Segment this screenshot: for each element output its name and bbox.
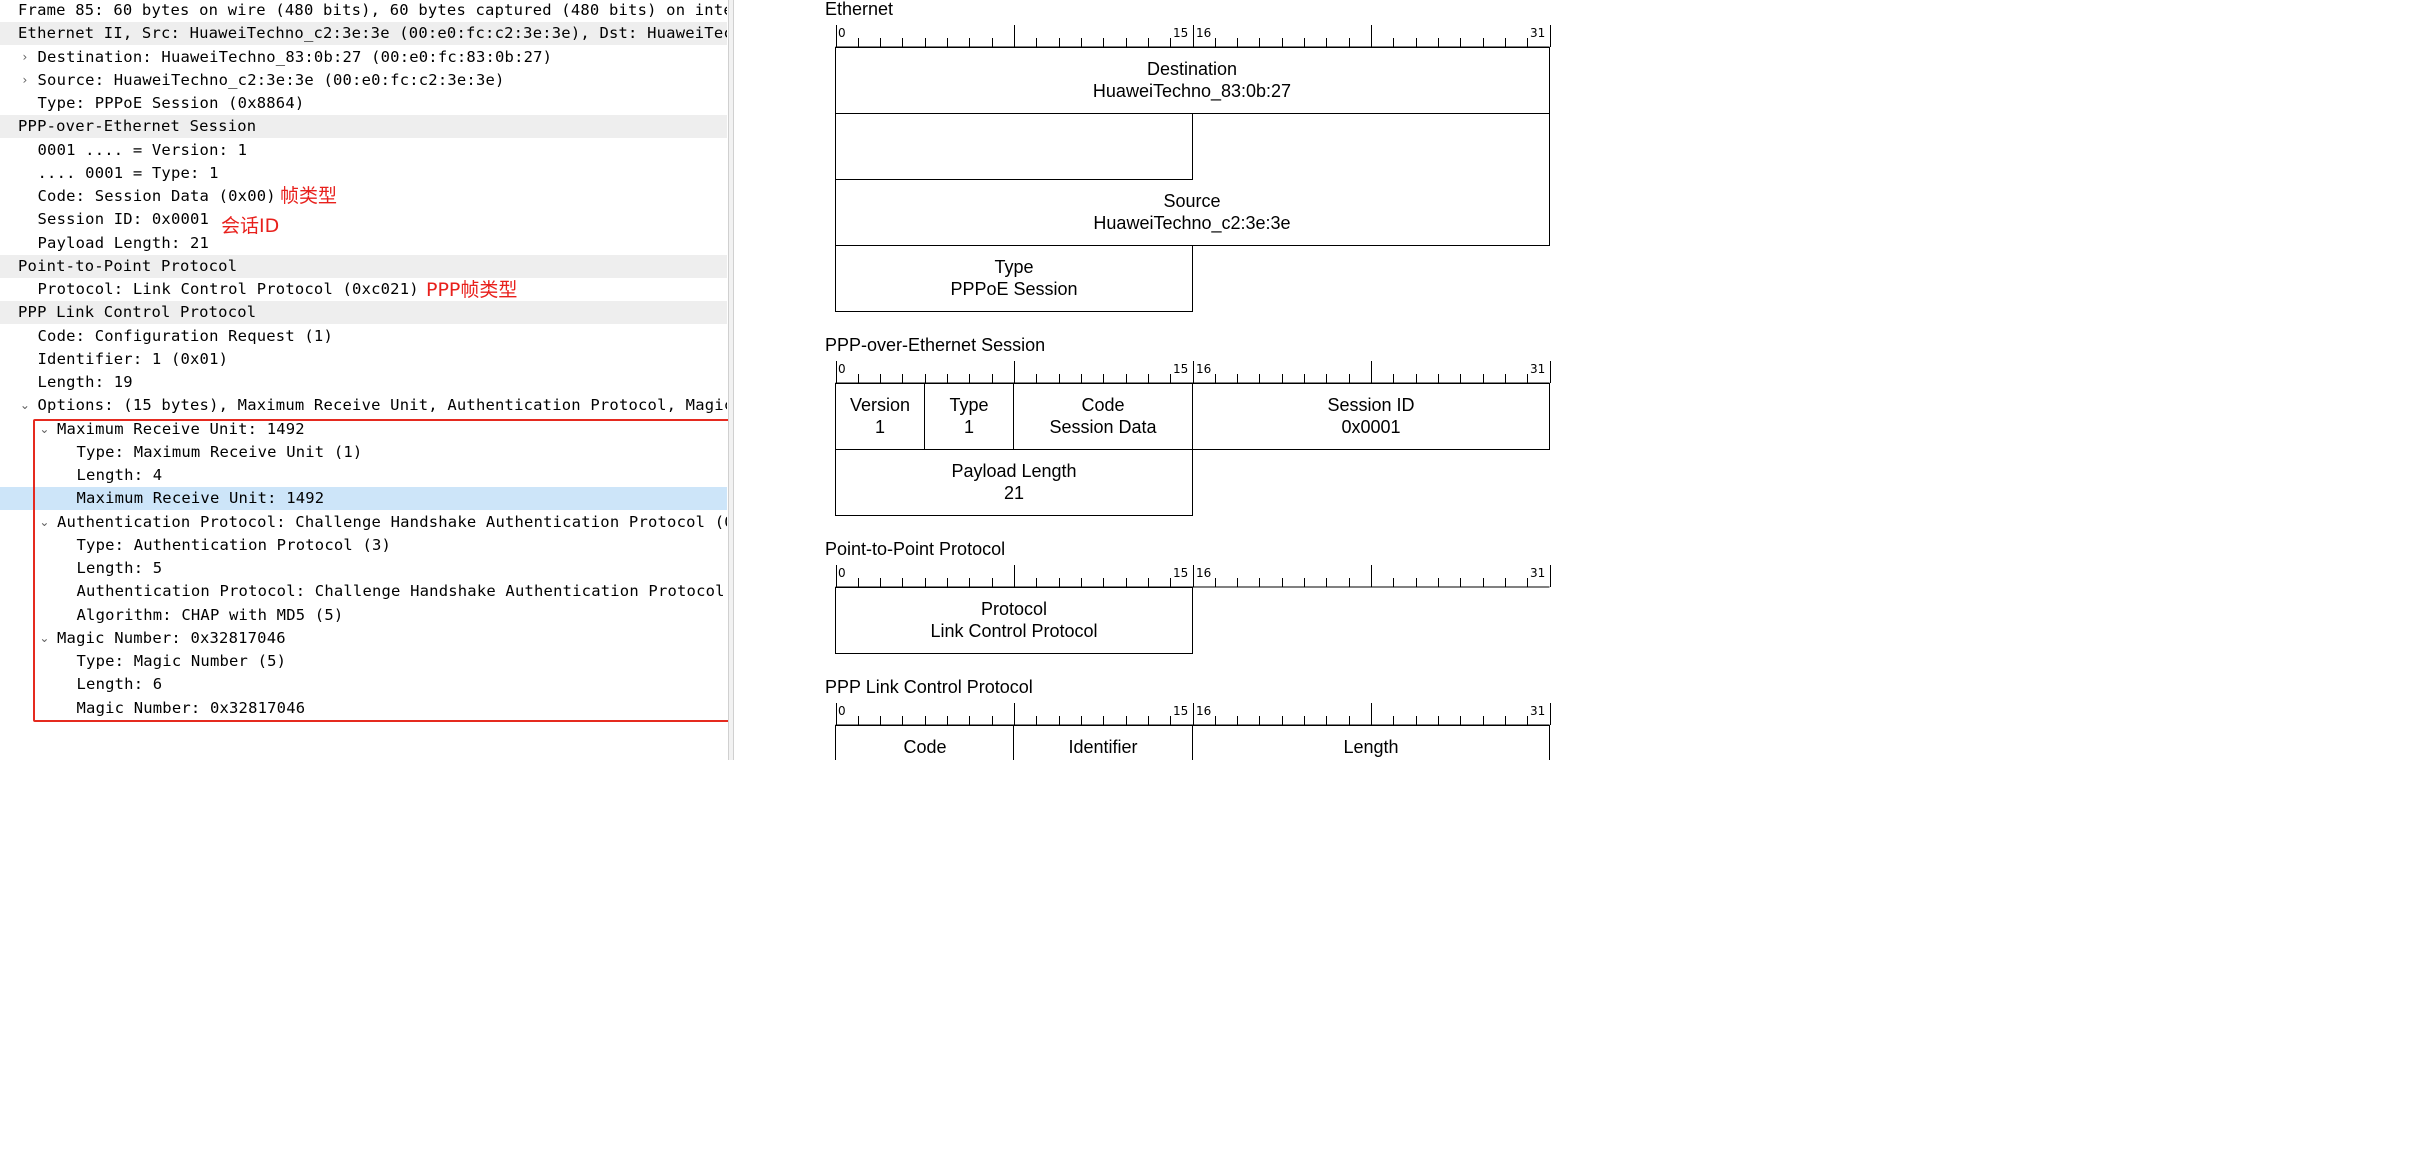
pppoe-code-value: Session Data: [1049, 417, 1157, 437]
pppoe-type-label: Type: [949, 395, 989, 415]
pppoe-type-value: 1: [963, 417, 974, 437]
bit-label-31: 31: [1530, 26, 1546, 40]
pppoe-code-label: Code: [1081, 395, 1125, 415]
bit-label-start: 0: [838, 704, 846, 718]
ethernet-section-title: Ethernet: [825, 0, 894, 19]
lcp-length-label: Length: [1343, 737, 1399, 757]
eth-destination-field: Destination HuaweiTechno_83:0b:27: [1013, 58, 1371, 102]
bit-label-15: 15: [1173, 566, 1189, 580]
bit-label-31: 31: [1530, 362, 1546, 376]
field-layout-diagram: [835, 25, 1551, 760]
lcp-code-label: Code: [903, 737, 947, 757]
pppoe-payload-length-label: Payload Length: [951, 461, 1077, 481]
pppoe-payload-length-field: Payload Length 21: [835, 460, 1193, 504]
lcp-section-title: PPP Link Control Protocol: [825, 677, 1033, 697]
pppoe-payload-length-value: 21: [1003, 483, 1025, 503]
lcp-length-field: Length: [1192, 736, 1550, 758]
eth-type-value: PPPoE Session: [950, 279, 1078, 299]
eth-source-label: Source: [1163, 191, 1221, 211]
eth-type-field: Type PPPoE Session: [835, 256, 1193, 300]
protocol-diagrams: Ethernet PPP-over-Ethernet Session Point…: [0, 0, 1568, 760]
bit-label-start: 0: [838, 566, 846, 580]
bit-label-31: 31: [1530, 566, 1546, 580]
eth-dest-lower-box: [835, 113, 1193, 180]
bit-label-16: 16: [1196, 566, 1212, 580]
ppp-section-title: Point-to-Point Protocol: [825, 539, 1006, 559]
bit-label-15: 15: [1173, 362, 1189, 376]
pppoe-session-id-field: Session ID 0x0001: [1192, 394, 1550, 438]
eth-destination-label: Destination: [1146, 59, 1238, 79]
ppp-protocol-label: Protocol: [980, 599, 1048, 619]
pppoe-version-label: Version: [849, 395, 911, 415]
pppoe-session-id-label: Session ID: [1327, 395, 1415, 415]
eth-type-label: Type: [994, 257, 1034, 277]
lcp-identifier-label: Identifier: [1068, 737, 1138, 757]
eth-destination-value: HuaweiTechno_83:0b:27: [1092, 81, 1292, 101]
ppp-protocol-field: Protocol Link Control Protocol: [835, 598, 1193, 642]
bit-label-16: 16: [1196, 362, 1212, 376]
bit-label-15: 15: [1173, 26, 1189, 40]
pppoe-type-field: Type 1: [924, 394, 1014, 438]
bit-label-start: 0: [838, 362, 846, 376]
ppp-protocol-value: Link Control Protocol: [930, 621, 1098, 641]
pppoe-version-field: Version 1: [835, 394, 925, 438]
eth-source-field: Source HuaweiTechno_c2:3e:3e: [1013, 190, 1371, 234]
pppoe-version-value: 1: [874, 417, 885, 437]
bit-label-start: 0: [838, 26, 846, 40]
bit-label-16: 16: [1196, 26, 1212, 40]
bit-label-31: 31: [1530, 704, 1546, 718]
pppoe-code-field: Code Session Data: [1013, 394, 1193, 438]
pppoe-session-id-value: 0x0001: [1341, 417, 1401, 437]
pppoe-section-title: PPP-over-Ethernet Session: [825, 335, 1046, 355]
lcp-code-field: Code: [835, 736, 1015, 758]
lcp-identifier-field: Identifier: [1013, 736, 1193, 758]
bit-label-15: 15: [1173, 704, 1189, 718]
eth-source-value: HuaweiTechno_c2:3e:3e: [1093, 213, 1291, 233]
bit-label-16: 16: [1196, 704, 1212, 718]
